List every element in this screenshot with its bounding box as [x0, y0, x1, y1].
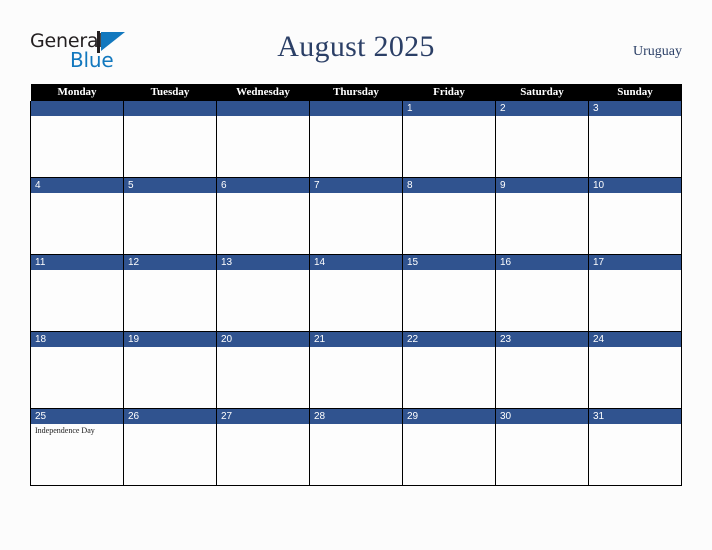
day-number: 28: [310, 409, 402, 424]
day-number: 21: [310, 332, 402, 347]
calendar-day-cell[interactable]: 23: [495, 331, 589, 409]
day-number: 13: [217, 255, 309, 270]
day-number: 18: [31, 332, 123, 347]
weekday-header-monday: Monday: [30, 84, 124, 101]
calendar-empty-cell: [123, 101, 217, 178]
day-number: 11: [31, 255, 123, 270]
weekday-header-saturday: Saturday: [495, 84, 589, 101]
calendar-day-cell[interactable]: 22: [402, 331, 496, 409]
day-number: 22: [403, 332, 495, 347]
calendar-day-cell[interactable]: 3: [588, 101, 682, 178]
calendar-day-cell[interactable]: 20: [216, 331, 310, 409]
day-number: [124, 101, 216, 116]
calendar-day-cell[interactable]: 26: [123, 408, 217, 486]
calendar-day-cell[interactable]: 8: [402, 177, 496, 255]
country-label: Uruguay: [633, 44, 682, 59]
calendar-day-cell[interactable]: 1: [402, 101, 496, 178]
calendar-page: General Blue August 2025 Uruguay Monday …: [0, 0, 712, 550]
calendar-day-cell[interactable]: 30: [495, 408, 589, 486]
calendar-day-cell[interactable]: 13: [216, 254, 310, 332]
calendar-day-cell[interactable]: 27: [216, 408, 310, 486]
calendar-day-cell[interactable]: 2: [495, 101, 589, 178]
day-number: 16: [496, 255, 588, 270]
calendar-week-row: 25 Independence Day 26 27 28 29 30 31: [30, 408, 682, 486]
calendar-day-cell[interactable]: 12: [123, 254, 217, 332]
calendar-day-cell[interactable]: 9: [495, 177, 589, 255]
day-number: 29: [403, 409, 495, 424]
calendar-day-cell[interactable]: 29: [402, 408, 496, 486]
calendar-day-cell[interactable]: 31: [588, 408, 682, 486]
day-number: 7: [310, 178, 402, 193]
calendar-day-cell[interactable]: 16: [495, 254, 589, 332]
day-number: 5: [124, 178, 216, 193]
calendar-day-cell[interactable]: 24: [588, 331, 682, 409]
calendar-day-cell[interactable]: 11: [30, 254, 124, 332]
calendar-day-cell[interactable]: 6: [216, 177, 310, 255]
holiday-label: Independence Day: [35, 426, 95, 435]
calendar-empty-cell: [216, 101, 310, 178]
day-number: [310, 101, 402, 116]
weekday-header-friday: Friday: [402, 84, 496, 101]
calendar-day-cell[interactable]: 14: [309, 254, 403, 332]
calendar-day-cell[interactable]: 28: [309, 408, 403, 486]
day-number: 15: [403, 255, 495, 270]
day-number: 23: [496, 332, 588, 347]
day-number: 14: [310, 255, 402, 270]
month-calendar-grid: Monday Tuesday Wednesday Thursday Friday…: [30, 84, 682, 486]
weekday-header-sunday: Sunday: [588, 84, 682, 101]
calendar-week-row: 11 12 13 14 15 16 17: [30, 254, 682, 332]
day-number: [217, 101, 309, 116]
calendar-body: 1 2 3 4 5 6 7 8 9 10 11 12 13 14 15 16 17 18 19 20 21 22 23 24 2…: [30, 101, 682, 486]
calendar-day-cell[interactable]: 19: [123, 331, 217, 409]
day-number: 25: [31, 409, 123, 424]
weekday-header-wednesday: Wednesday: [216, 84, 310, 101]
calendar-day-cell[interactable]: 15: [402, 254, 496, 332]
day-number: 9: [496, 178, 588, 193]
day-number: 31: [589, 409, 681, 424]
day-number: 17: [589, 255, 681, 270]
calendar-day-cell[interactable]: 5: [123, 177, 217, 255]
calendar-week-row: 18 19 20 21 22 23 24: [30, 331, 682, 409]
calendar-week-row: 4 5 6 7 8 9 10: [30, 177, 682, 255]
calendar-week-row: 123: [30, 101, 682, 178]
day-number: 2: [496, 101, 588, 116]
calendar-empty-cell: [30, 101, 124, 178]
day-number: 20: [217, 332, 309, 347]
calendar-day-cell[interactable]: 10: [588, 177, 682, 255]
page-title: August 2025: [277, 30, 435, 63]
page-header: General Blue August 2025 Uruguay: [30, 28, 682, 76]
day-number: 8: [403, 178, 495, 193]
day-number: 10: [589, 178, 681, 193]
calendar-day-cell[interactable]: 21: [309, 331, 403, 409]
weekday-header-row: Monday Tuesday Wednesday Thursday Friday…: [30, 84, 682, 101]
day-number: 4: [31, 178, 123, 193]
calendar-day-cell[interactable]: 7: [309, 177, 403, 255]
day-number: 30: [496, 409, 588, 424]
calendar-day-cell[interactable]: 25 Independence Day: [30, 408, 124, 486]
calendar-day-cell[interactable]: 17: [588, 254, 682, 332]
day-number: 24: [589, 332, 681, 347]
day-number: 19: [124, 332, 216, 347]
day-number: 6: [217, 178, 309, 193]
day-number: 12: [124, 255, 216, 270]
calendar-empty-cell: [309, 101, 403, 178]
day-number: 3: [589, 101, 681, 116]
day-number: 26: [124, 409, 216, 424]
day-events: Independence Day: [31, 424, 123, 436]
day-number: 27: [217, 409, 309, 424]
calendar-day-cell[interactable]: 4: [30, 177, 124, 255]
day-number: 1: [403, 101, 495, 116]
weekday-header-thursday: Thursday: [309, 84, 403, 101]
calendar-day-cell[interactable]: 18: [30, 331, 124, 409]
weekday-header-tuesday: Tuesday: [123, 84, 217, 101]
day-number: [31, 101, 123, 116]
